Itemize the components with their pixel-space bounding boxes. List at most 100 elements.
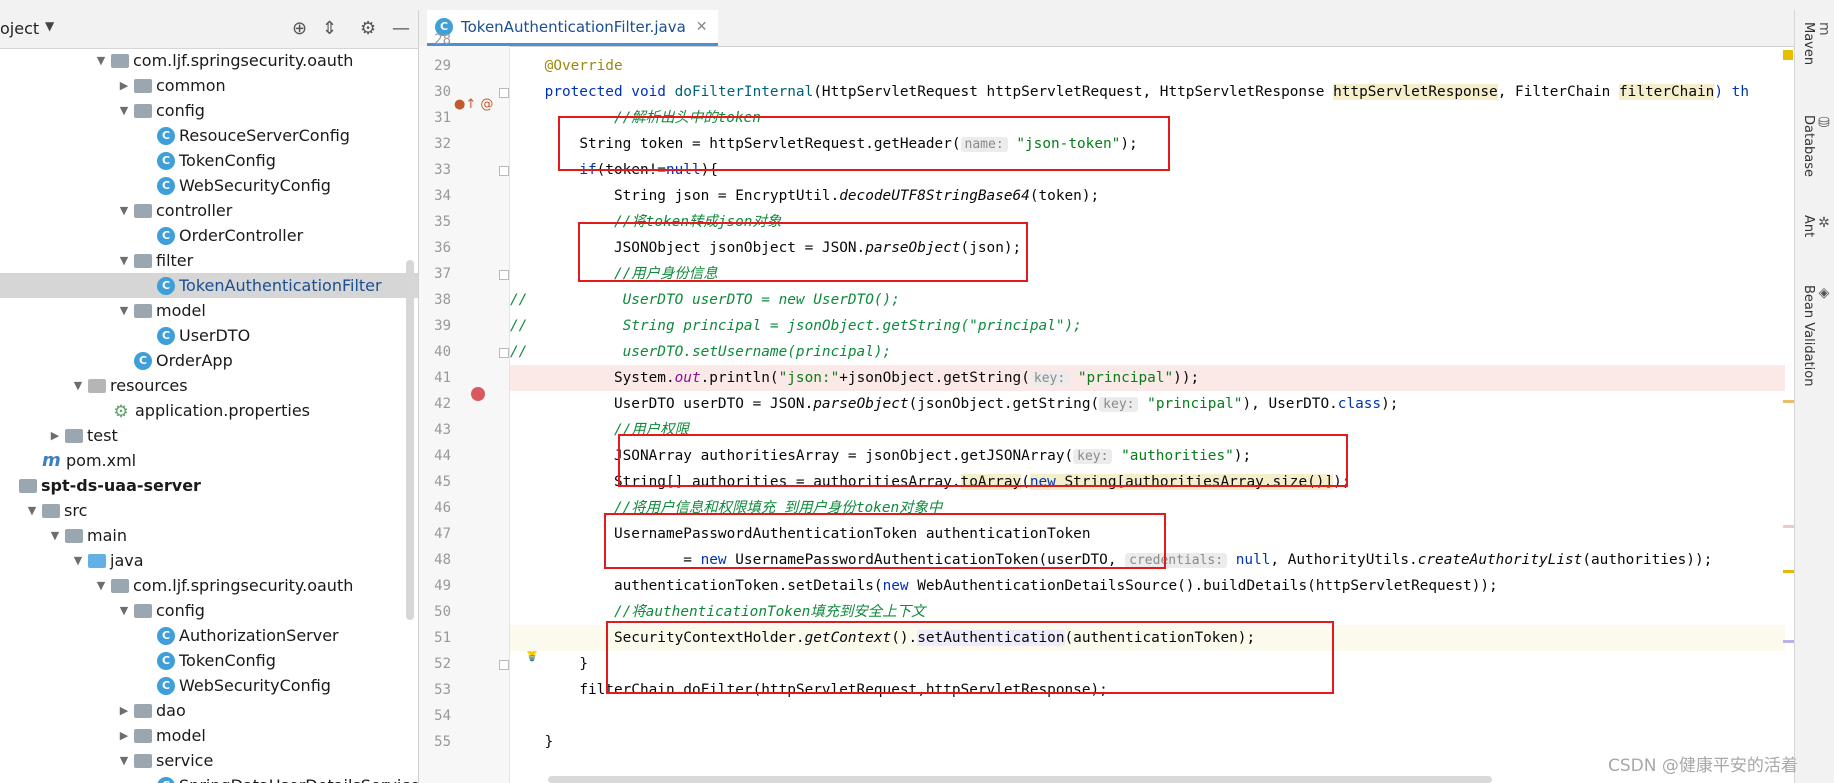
locate-icon[interactable]: ⊕ xyxy=(292,18,307,39)
folder-icon xyxy=(134,703,152,718)
chevron-down-icon[interactable]: ▼ xyxy=(45,19,54,33)
fold-marker-icon[interactable] xyxy=(499,166,509,176)
tree-item[interactable]: C OrderController xyxy=(0,223,418,248)
line-number: 43 xyxy=(434,422,451,438)
folder-icon xyxy=(111,578,129,593)
chevron-right-icon[interactable]: ▶ xyxy=(47,429,63,442)
bean-validation-tool-button[interactable]: ◈ Bean Validation xyxy=(1801,285,1832,386)
tree-item[interactable]: spt-ds-uaa-server xyxy=(0,473,418,498)
tree-item[interactable]: ▶ dao xyxy=(0,698,418,723)
override-icon[interactable]: ●↑ @ xyxy=(454,97,493,112)
chevron-down-icon[interactable]: ▼ xyxy=(116,604,132,617)
tree-item-label: TokenConfig xyxy=(179,151,276,170)
code-line-42: UserDTO userDTO = JSON.parseObject(jsonO… xyxy=(613,396,1399,412)
tree-item[interactable]: C SpringDataUserDetailsService xyxy=(0,773,418,783)
fold-marker-icon[interactable] xyxy=(499,348,509,358)
tree-item[interactable]: ▼ config xyxy=(0,598,418,623)
tree-item[interactable]: ▶ model xyxy=(0,723,418,748)
tree-item[interactable]: m pom.xml xyxy=(0,448,418,473)
collapse-all-icon[interactable]: ⇕ xyxy=(322,18,337,39)
line-number: 46 xyxy=(434,500,451,516)
line-number: 44 xyxy=(434,448,451,464)
folder-icon xyxy=(134,253,152,268)
tree-item-label: src xyxy=(64,501,88,520)
tree-item[interactable]: ▼ service xyxy=(0,748,418,773)
class-icon: C xyxy=(157,176,175,195)
database-tool-button[interactable]: ⛁ Database xyxy=(1801,115,1832,177)
folder-icon xyxy=(65,428,83,443)
folder-icon xyxy=(134,753,152,768)
folder-icon xyxy=(134,603,152,618)
chevron-down-icon[interactable]: ▼ xyxy=(116,254,132,267)
chevron-down-icon[interactable]: ▼ xyxy=(93,579,109,592)
tree-item[interactable]: C OrderApp xyxy=(0,348,418,373)
tree-item[interactable]: ▶ test xyxy=(0,423,418,448)
tree-item[interactable]: C TokenAuthenticationFilter xyxy=(0,273,418,298)
tree-item[interactable]: ▼ filter xyxy=(0,248,418,273)
chevron-down-icon[interactable]: ▼ xyxy=(93,54,109,67)
line-number: 33 xyxy=(434,162,451,178)
chevron-right-icon[interactable]: ▶ xyxy=(116,704,132,717)
tree-item[interactable]: ▼ com.ljf.springsecurity.oauth xyxy=(0,48,418,73)
close-icon[interactable]: ✕ xyxy=(696,19,708,35)
tree-item[interactable]: ▶ common xyxy=(0,73,418,98)
tree-item[interactable]: ▼ model xyxy=(0,298,418,323)
ant-tool-button[interactable]: ✲ Ant xyxy=(1801,215,1832,237)
chevron-down-icon[interactable]: ▼ xyxy=(47,529,63,542)
line-number: 29 xyxy=(434,58,451,74)
tree-item[interactable]: C UserDTO xyxy=(0,323,418,348)
tree-item-label: java xyxy=(110,551,144,570)
tree-item[interactable]: C TokenConfig xyxy=(0,648,418,673)
line-number: 28 xyxy=(434,32,451,48)
code-line-38: // UserDTO userDTO = new UserDTO(); xyxy=(510,292,900,308)
chevron-down-icon[interactable]: ▼ xyxy=(116,304,132,317)
tree-item[interactable]: C WebSecurityConfig xyxy=(0,673,418,698)
chevron-down-icon[interactable]: ▼ xyxy=(116,204,132,217)
folder-icon xyxy=(134,203,152,218)
tree-item[interactable]: ▼ config xyxy=(0,98,418,123)
tree-item[interactable]: C ResouceServerConfig xyxy=(0,123,418,148)
tree-item[interactable]: C TokenConfig xyxy=(0,148,418,173)
inspection-status-icon[interactable] xyxy=(1783,50,1793,60)
chevron-right-icon[interactable]: ▶ xyxy=(116,729,132,742)
maven-tool-button[interactable]: m Maven xyxy=(1801,22,1832,65)
fold-marker-icon[interactable] xyxy=(499,88,509,98)
chevron-down-icon[interactable]: ▼ xyxy=(70,379,86,392)
chevron-down-icon[interactable]: ▼ xyxy=(116,104,132,117)
class-icon: C xyxy=(157,651,175,670)
project-tool-window: oject ▼ ⊕ ⇕ ⚙ — ▼ com.ljf.springsecurity.… xyxy=(0,10,419,783)
highlight-box-token-header xyxy=(558,116,1170,171)
tree-item[interactable]: ▼ src xyxy=(0,498,418,523)
class-icon: C xyxy=(157,126,175,145)
folder-icon xyxy=(134,103,152,118)
tree-item[interactable]: ▼ resources xyxy=(0,373,418,398)
project-view-selector[interactable]: oject xyxy=(0,19,39,38)
line-number: 52 xyxy=(434,656,451,672)
tree-item[interactable]: ▼ java xyxy=(0,548,418,573)
chevron-down-icon[interactable]: ▼ xyxy=(24,504,40,517)
tree-item-label: AuthorizationServer xyxy=(179,626,339,645)
tree-item[interactable]: ▼ controller xyxy=(0,198,418,223)
tree-item[interactable]: C AuthorizationServer xyxy=(0,623,418,648)
chevron-down-icon[interactable]: ▼ xyxy=(70,554,86,567)
tree-item-label: spt-ds-uaa-server xyxy=(41,476,201,495)
fold-marker-icon[interactable] xyxy=(499,270,509,280)
tree-item[interactable]: ⚙ application.properties xyxy=(0,398,418,423)
gear-icon[interactable]: ⚙ xyxy=(360,18,376,39)
minimize-icon[interactable]: — xyxy=(392,18,410,39)
tree-item[interactable]: ▼ main xyxy=(0,523,418,548)
editor-gutter[interactable]: 28 29 30 31 32 33 34 35 36 37 38 39 40 41 42 43 44 45 46 47… xyxy=(419,32,510,783)
module-icon xyxy=(19,478,37,493)
tab-tokenauthenticationfilter[interactable]: C TokenAuthenticationFilter.java ✕ xyxy=(427,10,718,46)
fold-marker-icon[interactable] xyxy=(499,660,509,670)
tree-item[interactable]: ▼ com.ljf.springsecurity.oauth xyxy=(0,573,418,598)
breakpoint-icon[interactable] xyxy=(471,387,485,401)
project-scrollbar[interactable] xyxy=(406,260,414,620)
chevron-down-icon[interactable]: ▼ xyxy=(116,754,132,767)
horizontal-scrollbar[interactable] xyxy=(548,776,1492,783)
tree-item[interactable]: C WebSecurityConfig xyxy=(0,173,418,198)
code-line-29: @Override xyxy=(544,58,623,74)
code-line-40: // userDTO.setUsername(principal); xyxy=(510,344,892,360)
tree-item-label: TokenAuthenticationFilter xyxy=(179,276,382,295)
chevron-right-icon[interactable]: ▶ xyxy=(116,79,132,92)
